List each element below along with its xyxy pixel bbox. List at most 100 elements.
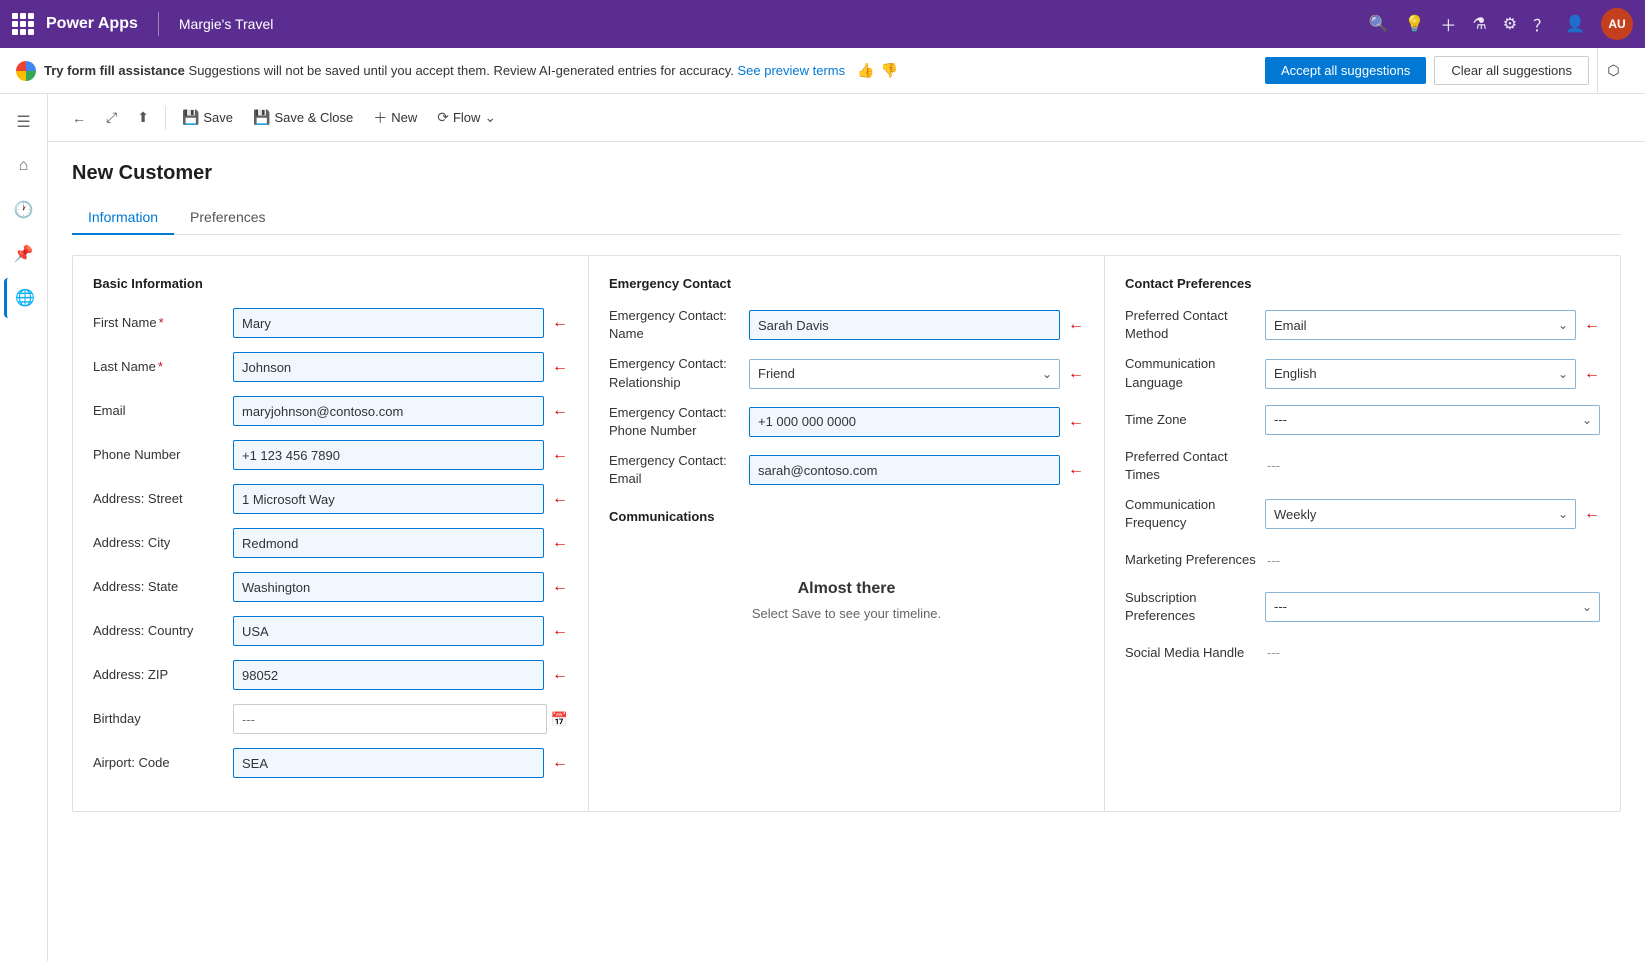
- input-wrap-pref-times: ---: [1265, 458, 1600, 473]
- input-wrap-first-name: ←: [233, 308, 568, 338]
- airport-input[interactable]: [233, 748, 544, 778]
- field-ec-email: Emergency Contact: Email ←: [609, 452, 1084, 488]
- ec-phone-input[interactable]: [749, 407, 1060, 437]
- expand-icon: ⤢: [106, 109, 117, 126]
- arrow-airport: ←: [552, 754, 568, 772]
- timezone-select[interactable]: ---: [1265, 405, 1600, 435]
- field-ec-rel: Emergency Contact: Relationship Friend F…: [609, 355, 1084, 391]
- input-wrap-phone: ←: [233, 440, 568, 470]
- clear-all-button[interactable]: Clear all suggestions: [1434, 56, 1589, 85]
- search-icon[interactable]: 🔍: [1369, 14, 1389, 34]
- zip-input[interactable]: [233, 660, 544, 690]
- field-comm-freq: Communication Frequency Weekly Monthly D…: [1125, 496, 1600, 532]
- add-icon[interactable]: ＋: [1440, 12, 1456, 36]
- save-close-button[interactable]: 💾 Save & Close: [245, 103, 361, 132]
- field-phone: Phone Number ←: [93, 439, 568, 471]
- label-street: Address: Street: [93, 490, 233, 508]
- arrow-email: ←: [552, 402, 568, 420]
- side-panel-icon[interactable]: ⬡: [1597, 48, 1629, 94]
- field-last-name: Last Name* ←: [93, 351, 568, 383]
- state-input[interactable]: [233, 572, 544, 602]
- country-input[interactable]: [233, 616, 544, 646]
- grid-icon[interactable]: [12, 13, 34, 35]
- save-icon: 💾: [182, 109, 199, 126]
- expand-button[interactable]: ⤢: [98, 103, 125, 132]
- input-wrap-ec-rel: Friend Family Spouse Other ←: [749, 359, 1084, 389]
- field-zip: Address: ZIP ←: [93, 659, 568, 691]
- email-input[interactable]: [233, 396, 544, 426]
- comm-freq-select[interactable]: Weekly Monthly Daily: [1265, 499, 1576, 529]
- save-button[interactable]: 💾 Save: [174, 103, 241, 132]
- suggestion-text: Try form fill assistance Suggestions wil…: [44, 63, 845, 78]
- arrow-city: ←: [552, 534, 568, 552]
- toolbar-sep-1: [165, 106, 166, 130]
- suggestion-actions: Accept all suggestions Clear all suggest…: [1265, 56, 1589, 85]
- phone-input[interactable]: [233, 440, 544, 470]
- pref-contact-select[interactable]: Email Phone Text: [1265, 310, 1576, 340]
- arrow-ec-name: ←: [1068, 316, 1084, 334]
- street-input[interactable]: [233, 484, 544, 514]
- arrow-first-name: ←: [552, 314, 568, 332]
- record-name: Margie's Travel: [179, 16, 273, 32]
- settings-icon[interactable]: ⚙: [1503, 14, 1517, 34]
- thumb-icons: 👍 👎: [857, 62, 898, 79]
- arrow-ec-email: ←: [1068, 461, 1084, 479]
- first-name-input[interactable]: [233, 308, 544, 338]
- app-name: Power Apps: [46, 15, 138, 33]
- back-button[interactable]: ←: [64, 104, 94, 132]
- help-icon[interactable]: ？: [1533, 12, 1549, 36]
- contact-prefs-section: Contact Preferences Preferred Contact Me…: [1105, 256, 1620, 811]
- new-button[interactable]: ＋ New: [365, 102, 425, 134]
- sidebar-globe-icon[interactable]: 🌐: [4, 278, 44, 318]
- preview-terms-link[interactable]: See preview terms: [737, 63, 845, 78]
- label-social: Social Media Handle: [1125, 644, 1265, 662]
- thumbs-up-button[interactable]: 👍: [857, 62, 874, 79]
- label-zip: Address: ZIP: [93, 666, 233, 684]
- filter-icon[interactable]: ⚗: [1472, 14, 1486, 34]
- tab-information[interactable]: Information: [72, 201, 174, 235]
- google-logo-icon: [16, 61, 36, 81]
- ec-name-input[interactable]: [749, 310, 1060, 340]
- label-ec-name: Emergency Contact: Name: [609, 307, 749, 343]
- emergency-contact-title: Emergency Contact: [609, 276, 1084, 291]
- comm-lang-select-wrap: English Spanish French: [1265, 359, 1576, 389]
- label-phone: Phone Number: [93, 446, 233, 464]
- accept-all-button[interactable]: Accept all suggestions: [1265, 57, 1426, 84]
- last-name-input[interactable]: [233, 352, 544, 382]
- form-title: New Customer: [72, 162, 1621, 185]
- input-wrap-zip: ←: [233, 660, 568, 690]
- calendar-icon[interactable]: 📅: [551, 711, 568, 728]
- field-pref-times: Preferred Contact Times ---: [1125, 448, 1600, 484]
- flow-button[interactable]: ⟳ Flow ⌄: [429, 103, 504, 132]
- tab-preferences[interactable]: Preferences: [174, 201, 281, 235]
- arrow-comm-lang: ←: [1584, 365, 1600, 383]
- app-grid-menu[interactable]: [12, 13, 34, 35]
- city-input[interactable]: [233, 528, 544, 558]
- sidebar-pin-icon[interactable]: 📌: [4, 234, 44, 274]
- label-subscription: Subscription Preferences: [1125, 589, 1265, 625]
- lightbulb-icon[interactable]: 💡: [1404, 14, 1424, 34]
- thumbs-down-button[interactable]: 👎: [881, 62, 898, 79]
- sidebar-menu-icon[interactable]: ☰: [4, 102, 44, 142]
- export-button[interactable]: ⬆: [129, 103, 157, 132]
- avatar[interactable]: AU: [1601, 8, 1633, 40]
- sidebar-home-icon[interactable]: ⌂: [4, 146, 44, 186]
- birthday-input[interactable]: [233, 704, 547, 734]
- main-layout: ☰ ⌂ 🕐 📌 🌐 ← ⤢ ⬆ 💾 Save 💾 Save &: [0, 94, 1645, 961]
- arrow-state: ←: [552, 578, 568, 596]
- subscription-select[interactable]: ---: [1265, 592, 1600, 622]
- pref-times-value: ---: [1265, 458, 1280, 473]
- comm-lang-select[interactable]: English Spanish French: [1265, 359, 1576, 389]
- label-pref-times: Preferred Contact Times: [1125, 448, 1265, 484]
- content-area: ← ⤢ ⬆ 💾 Save 💾 Save & Close ＋ New ⟳: [48, 94, 1645, 961]
- ec-rel-select[interactable]: Friend Family Spouse Other: [749, 359, 1060, 389]
- basic-info-section: Basic Information First Name* ← Last Nam…: [73, 256, 589, 811]
- almost-there-title: Almost there: [625, 580, 1068, 598]
- input-wrap-birthday: 📅: [233, 704, 568, 734]
- label-city: Address: City: [93, 534, 233, 552]
- ec-email-input[interactable]: [749, 455, 1060, 485]
- subscription-select-wrap: ---: [1265, 592, 1600, 622]
- sidebar-recent-icon[interactable]: 🕐: [4, 190, 44, 230]
- label-first-name: First Name*: [93, 314, 233, 332]
- user-icon[interactable]: 👤: [1565, 14, 1585, 34]
